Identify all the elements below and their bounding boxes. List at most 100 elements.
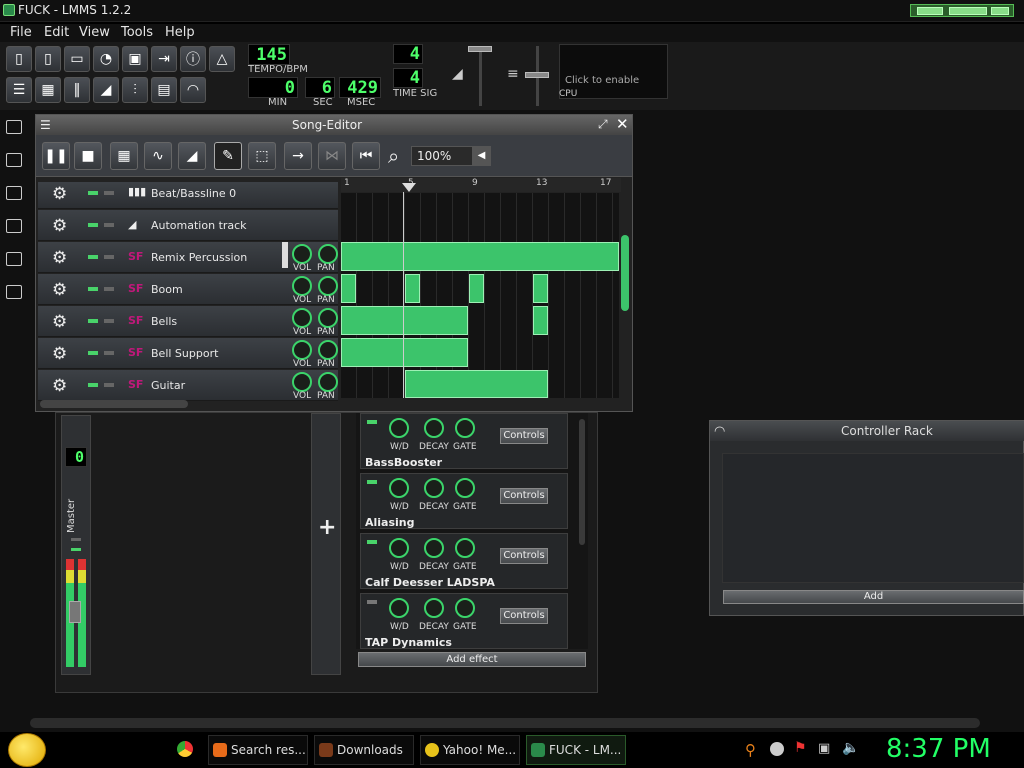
pattern-clip[interactable] (405, 274, 420, 303)
chrome-icon[interactable] (177, 741, 193, 757)
new-from-template-button[interactable]: ▯ (35, 46, 61, 72)
pattern-clip[interactable] (533, 274, 548, 303)
workspace-hscrollbar[interactable] (30, 718, 980, 728)
pattern-clip[interactable] (341, 306, 468, 335)
add-channel-button[interactable]: + (318, 515, 336, 540)
mute-button[interactable] (88, 223, 98, 227)
gear-icon[interactable]: ⚙ (52, 376, 67, 396)
gear-icon[interactable]: ⚙ (52, 248, 67, 268)
effect-bassbooster[interactable]: W/D DECAY GATE Controls BassBooster (360, 413, 568, 469)
controller-rack-button[interactable]: ◠ (180, 77, 206, 103)
master-pitch-handle[interactable] (525, 72, 549, 78)
add-effect-button[interactable]: Add effect (358, 652, 586, 667)
new-project-button[interactable]: ▯ (6, 46, 32, 72)
song-editor-titlebar[interactable]: ☰ Song-Editor ⤢ ✕ (36, 115, 632, 135)
gate-knob[interactable] (455, 418, 475, 438)
mute-button[interactable] (88, 383, 98, 387)
song-editor-vscrollbar[interactable] (621, 235, 629, 311)
auto-scroll-button[interactable]: → (284, 142, 312, 170)
solo-button[interactable] (104, 191, 114, 195)
taskbar-item-search[interactable]: Search res... (208, 735, 308, 765)
wd-knob[interactable] (389, 418, 409, 438)
computer-icon[interactable] (6, 285, 22, 299)
master-solo[interactable] (71, 538, 81, 541)
track-size-handle[interactable] (282, 242, 288, 268)
stop-button[interactable]: ■ (74, 142, 102, 170)
pause-button[interactable]: ❚❚ (42, 142, 70, 170)
gate-knob[interactable] (455, 598, 475, 618)
flag-icon[interactable]: ⚑ (794, 740, 807, 756)
loop-points-button[interactable]: ⋈ (318, 142, 346, 170)
controls-button[interactable]: Controls (500, 428, 548, 444)
effect-enable-led[interactable] (367, 540, 377, 544)
add-sample-track-button[interactable]: ∿ (144, 142, 172, 170)
master-mute[interactable] (71, 548, 81, 551)
tray-status-icon[interactable] (770, 742, 784, 756)
metronome-icon[interactable]: △ (209, 46, 235, 72)
mute-button[interactable] (88, 287, 98, 291)
menu-file[interactable]: File (10, 25, 32, 40)
timeline-ruler[interactable]: 1 5 9 13 17 (341, 178, 621, 192)
export-button[interactable]: ⇥ (151, 46, 177, 72)
decay-knob[interactable] (424, 538, 444, 558)
mute-button[interactable] (88, 319, 98, 323)
gate-knob[interactable] (455, 478, 475, 498)
song-editor-hscrollbar[interactable] (40, 400, 188, 408)
beat-bassline-editor-button[interactable]: ▦ (35, 77, 61, 103)
maximize-button[interactable] (949, 7, 987, 15)
controls-button[interactable]: Controls (500, 548, 548, 564)
solo-button[interactable] (104, 319, 114, 323)
instrument-plugins-icon[interactable] (6, 120, 22, 134)
track-automation[interactable]: ⚙ ◢ Automation track (38, 210, 338, 241)
mute-button[interactable] (88, 255, 98, 259)
volume-knob[interactable] (292, 372, 312, 392)
add-beat-bassline-button[interactable]: ▦ (110, 142, 138, 170)
clock[interactable]: 8:37 PM (886, 734, 991, 764)
taskbar-item-lmms[interactable]: FUCK - LM... (526, 735, 626, 765)
pattern-clip[interactable] (405, 370, 548, 398)
samples-icon[interactable] (6, 186, 22, 200)
presets-icon[interactable] (6, 219, 22, 233)
pan-knob[interactable] (318, 340, 338, 360)
pan-knob[interactable] (318, 276, 338, 296)
network-icon[interactable]: ▣ (818, 741, 830, 756)
effect-calf-deesser[interactable]: W/D DECAY GATE Controls Calf Deesser LAD… (360, 533, 568, 589)
volume-knob[interactable] (292, 244, 312, 264)
menu-edit[interactable]: Edit (44, 25, 69, 40)
fx-mixer-button[interactable]: ⫶ (122, 77, 148, 103)
menu-view[interactable]: View (79, 25, 110, 40)
effect-enable-led[interactable] (367, 600, 377, 604)
wd-knob[interactable] (389, 478, 409, 498)
master-volume-handle[interactable] (468, 46, 492, 52)
zoom-dropdown-icon[interactable]: ◀ (472, 146, 491, 166)
close-button[interactable] (991, 7, 1009, 15)
menu-tools[interactable]: Tools (121, 25, 153, 40)
volume-knob[interactable] (292, 340, 312, 360)
effect-enable-led[interactable] (367, 480, 377, 484)
automation-editor-button[interactable]: ◢ (93, 77, 119, 103)
pattern-clip[interactable] (469, 274, 484, 303)
projects-icon[interactable] (6, 153, 22, 167)
mute-button[interactable] (88, 351, 98, 355)
volume-knob[interactable] (292, 276, 312, 296)
volume-knob[interactable] (292, 308, 312, 328)
pan-knob[interactable] (318, 308, 338, 328)
minimize-button[interactable] (917, 7, 943, 15)
playhead-marker[interactable] (402, 183, 416, 192)
close-icon[interactable]: ✕ (616, 115, 629, 133)
pan-knob[interactable] (318, 372, 338, 392)
window-controls[interactable] (910, 4, 1014, 17)
taskbar-item-downloads[interactable]: Downloads (314, 735, 414, 765)
mute-button[interactable] (88, 191, 98, 195)
tempo-lcd[interactable]: 145 (248, 44, 290, 65)
effect-aliasing[interactable]: W/D DECAY GATE Controls Aliasing (360, 473, 568, 529)
wd-knob[interactable] (389, 538, 409, 558)
gear-icon[interactable]: ⚙ (52, 344, 67, 364)
pattern-clip[interactable] (341, 242, 619, 271)
master-fader[interactable] (69, 601, 81, 623)
pattern-clip[interactable] (341, 338, 468, 367)
recent-projects-button[interactable]: ◔ (93, 46, 119, 72)
solo-button[interactable] (104, 255, 114, 259)
decay-knob[interactable] (424, 478, 444, 498)
add-controller-button[interactable]: Add (723, 590, 1024, 604)
